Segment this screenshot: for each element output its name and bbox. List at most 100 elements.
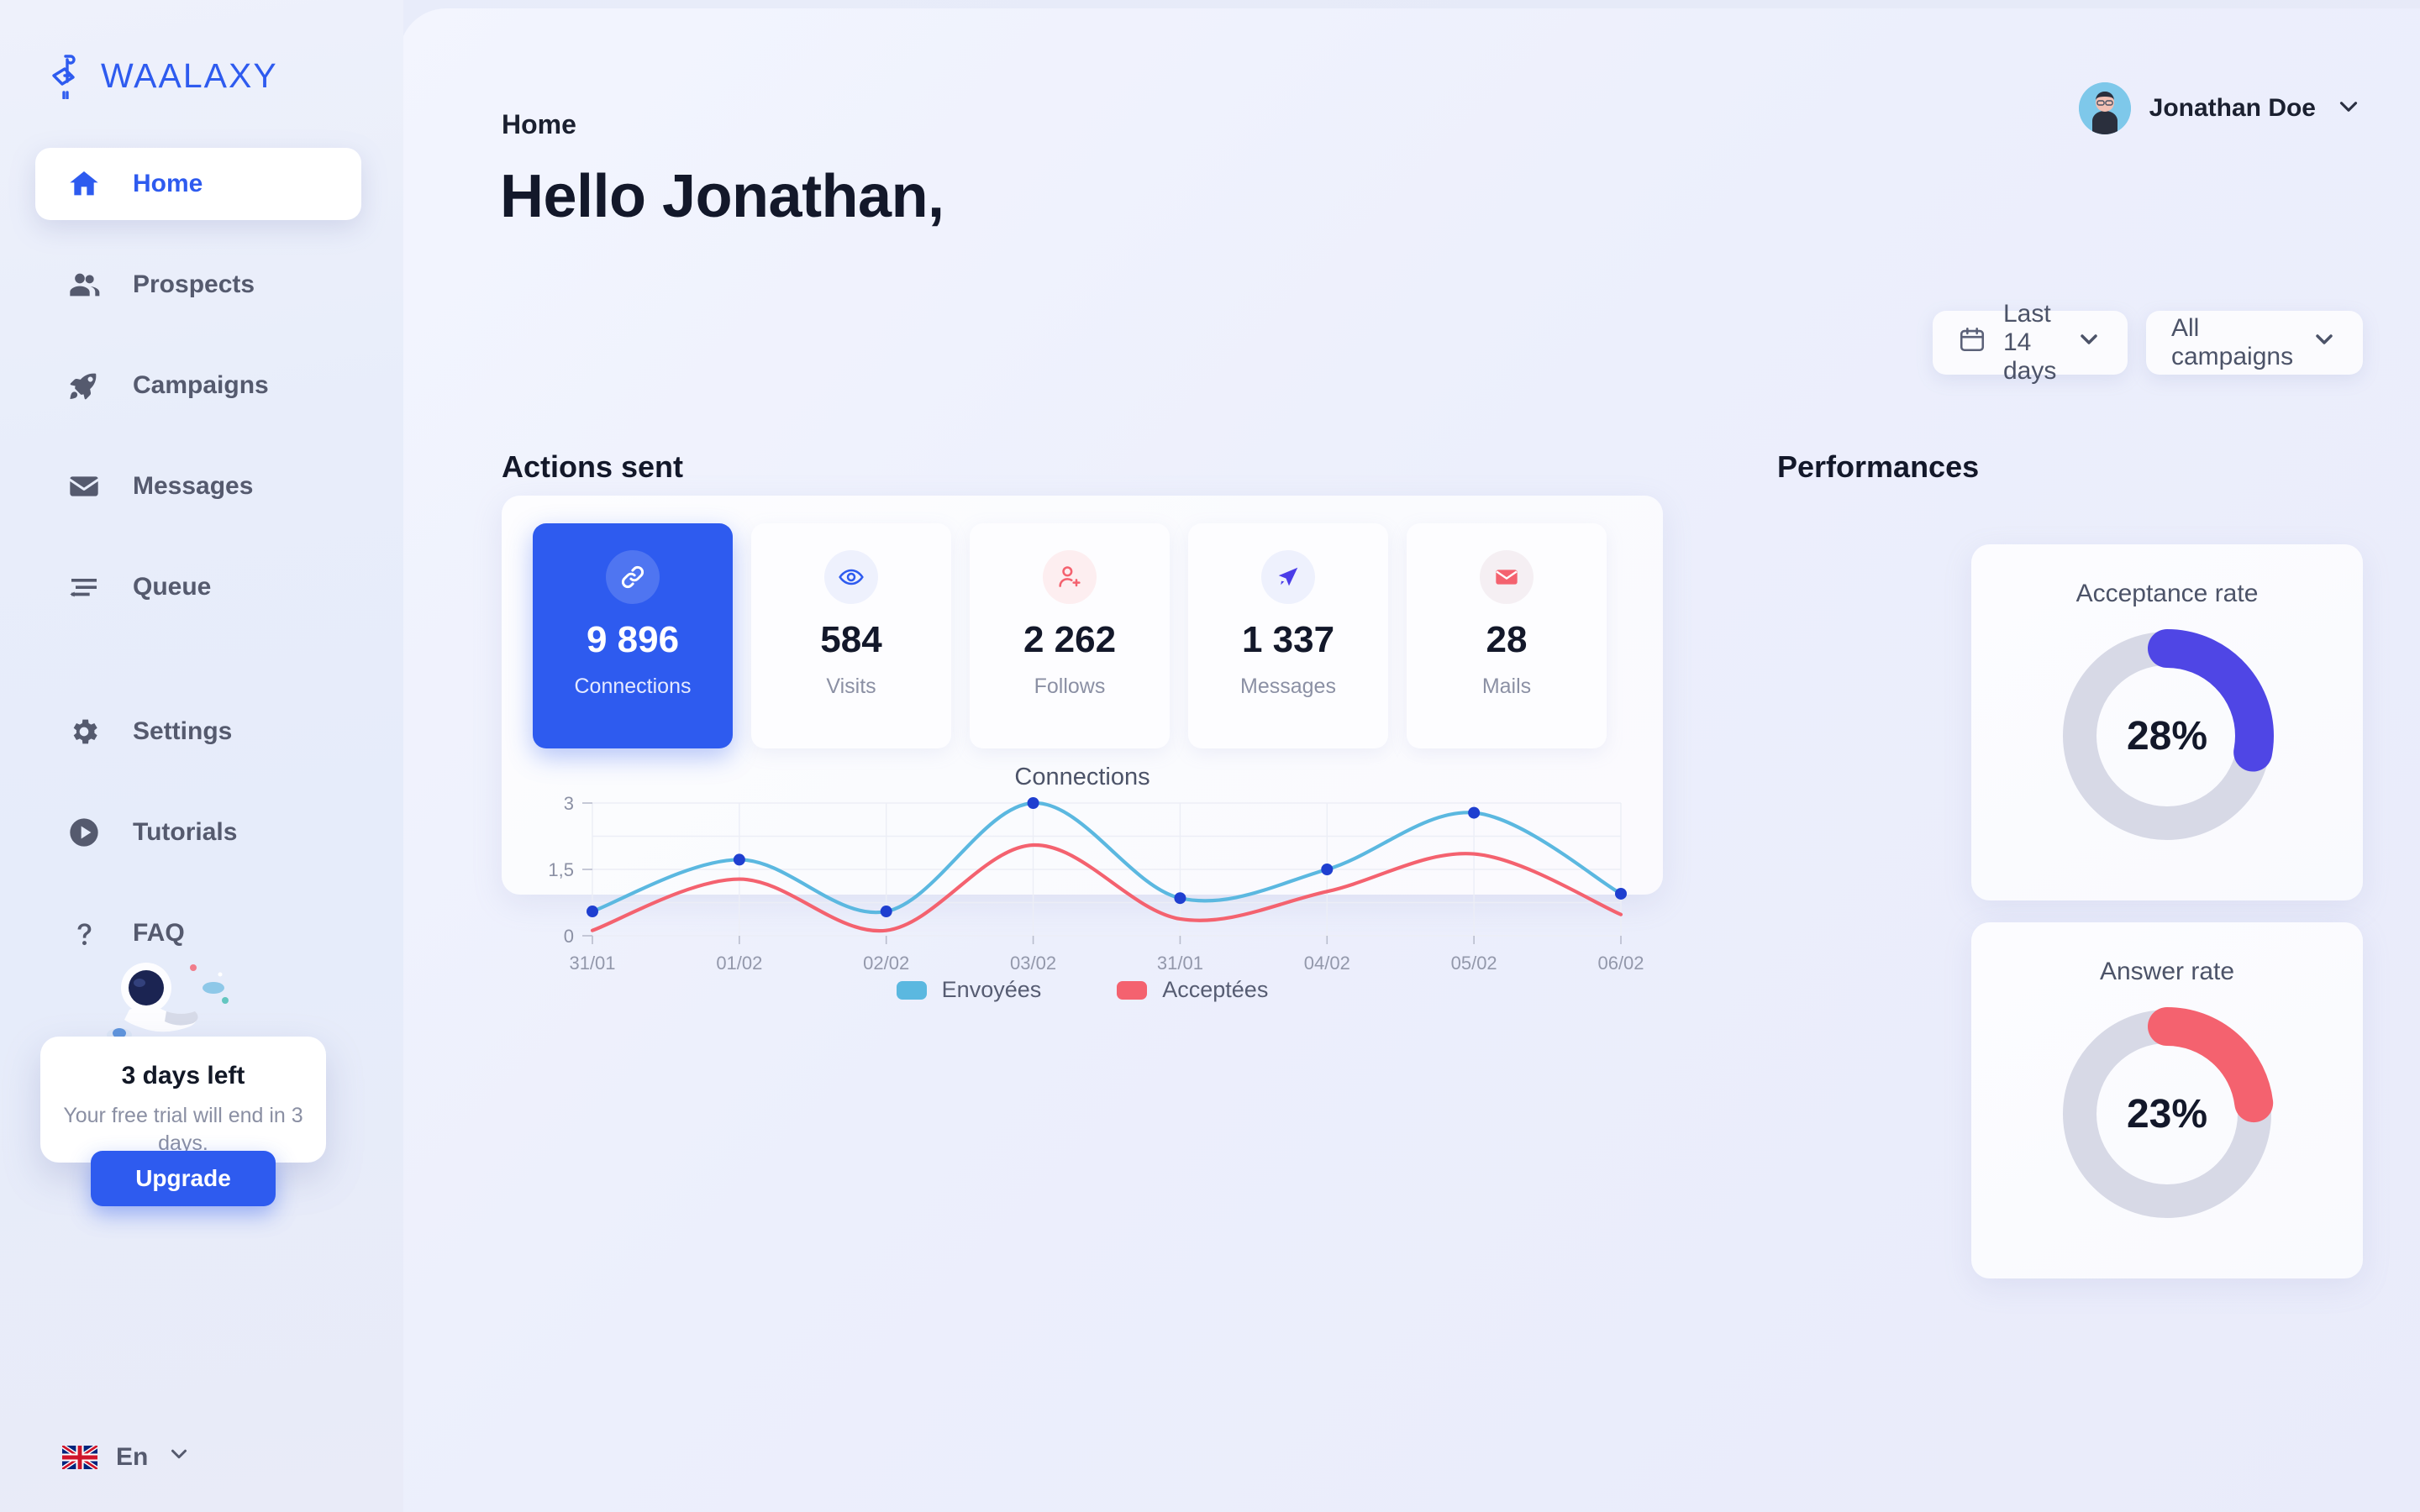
user-name: Jonathan Doe xyxy=(2149,94,2316,122)
performance-value: 23% xyxy=(2126,1091,2208,1137)
rocket-icon xyxy=(67,369,106,402)
stats-row: 9 896 Connections 584 Visits 2 262 Follo… xyxy=(502,496,1663,748)
answer-rate-donut: 23% xyxy=(2049,996,2285,1231)
connections-line-chart: 0 1,5 3 31/01 01/02 02/02 03/02 31/01 04/02 05/02… xyxy=(502,791,1663,974)
data-point xyxy=(1615,887,1627,900)
performance-value: 28% xyxy=(2126,713,2208,759)
stat-card-connections[interactable]: 9 896 Connections xyxy=(533,523,733,748)
svg-text:01/02: 01/02 xyxy=(716,953,762,972)
queue-icon xyxy=(67,570,106,604)
legend-label: Acceptées xyxy=(1162,977,1269,1002)
data-point xyxy=(1468,806,1481,819)
data-point xyxy=(880,906,892,918)
brand-logo[interactable]: WAALAXY xyxy=(0,0,403,100)
question-mark-icon xyxy=(67,916,106,950)
legend-item-envoyees[interactable]: Envoyées xyxy=(896,977,1042,1003)
home-icon xyxy=(67,167,106,201)
data-point xyxy=(733,853,745,866)
legend-swatch xyxy=(896,980,927,1000)
stat-value: 28 xyxy=(1486,619,1528,660)
stat-value: 9 896 xyxy=(586,619,680,660)
breadcrumb: Home xyxy=(502,109,576,139)
sidebar-item-label: FAQ xyxy=(133,919,185,947)
svg-text:31/01: 31/01 xyxy=(1157,953,1203,972)
acceptance-rate-donut: 28% xyxy=(2049,618,2285,853)
data-point xyxy=(1027,797,1039,809)
svg-text:0: 0 xyxy=(564,926,574,947)
upgrade-button[interactable]: Upgrade xyxy=(91,1151,276,1206)
mail-icon xyxy=(1480,550,1534,604)
svg-text:3: 3 xyxy=(564,793,574,814)
chevron-down-icon xyxy=(166,1441,192,1473)
stat-card-mails[interactable]: 28 Mails xyxy=(1407,523,1607,748)
sidebar-item-label: Tutorials xyxy=(133,818,238,846)
trial-card: 3 days left Your free trial will end in … xyxy=(40,1037,326,1163)
legend-swatch xyxy=(1117,980,1148,1000)
stat-label: Visits xyxy=(826,675,876,698)
trial-title: 3 days left xyxy=(121,1062,245,1089)
gear-icon xyxy=(67,715,106,748)
sidebar-item-label: Queue xyxy=(133,573,212,601)
data-point xyxy=(587,906,598,918)
envelope-icon xyxy=(67,470,106,503)
sidebar-item-tutorials[interactable]: Tutorials xyxy=(35,796,361,869)
performance-title: Answer rate xyxy=(2099,958,2235,985)
section-title-performances: Performances xyxy=(1777,449,1980,484)
stat-label: Connections xyxy=(574,675,692,698)
stat-label: Mails xyxy=(1481,675,1532,698)
sidebar-item-home[interactable]: Home xyxy=(35,148,361,220)
calendar-icon xyxy=(1958,325,1986,360)
sidebar-item-queue[interactable]: Queue xyxy=(35,551,361,623)
data-point xyxy=(1174,892,1186,905)
avatar xyxy=(2078,82,2131,134)
legend-item-acceptees[interactable]: Acceptées xyxy=(1117,977,1268,1003)
svg-text:03/02: 03/02 xyxy=(1010,953,1056,972)
sidebar-item-prospects[interactable]: Prospects xyxy=(35,249,361,321)
user-plus-icon xyxy=(1043,550,1097,604)
legend-label: Envoyées xyxy=(941,977,1042,1002)
svg-text:06/02: 06/02 xyxy=(1597,953,1644,972)
sidebar-item-label: Campaigns xyxy=(133,371,269,399)
section-title-actions-sent: Actions sent xyxy=(502,449,684,484)
date-range-filter[interactable]: Last 14 days xyxy=(1933,300,2128,385)
sidebar-item-label: Home xyxy=(133,170,203,197)
eye-icon xyxy=(824,550,878,604)
campaign-filter[interactable]: All campaigns xyxy=(2146,311,2363,375)
page-title: Hello Jonathan, xyxy=(500,163,944,230)
nav-divider-space xyxy=(35,652,403,696)
chevron-down-icon[interactable] xyxy=(2334,92,2363,125)
performance-title: Acceptance rate xyxy=(2075,580,2259,607)
chart-legend: Envoyées Acceptées xyxy=(502,977,1663,1003)
sidebar-item-campaigns[interactable]: Campaigns xyxy=(35,349,361,422)
stat-value: 1 337 xyxy=(1241,619,1335,660)
chart-title: Connections xyxy=(1014,764,1150,790)
series-line-acceptées xyxy=(590,843,1623,933)
send-icon xyxy=(1261,550,1315,604)
link-icon xyxy=(606,550,660,604)
sidebar-nav: Home Prospects Campaigns Messages Queue xyxy=(0,148,403,998)
actions-sent-card: 9 896 Connections 584 Visits 2 262 Follo… xyxy=(502,496,1663,1002)
flamingo-logo-icon xyxy=(49,52,87,100)
stat-card-messages[interactable]: 1 337 Messages xyxy=(1188,523,1388,748)
series-line-envoyées xyxy=(590,801,1623,915)
svg-text:05/02: 05/02 xyxy=(1451,953,1497,972)
svg-text:1,5: 1,5 xyxy=(548,859,574,880)
performance-card-acceptance-rate: Acceptance rate 28% xyxy=(1971,544,2363,900)
stat-card-follows[interactable]: 2 262 Follows xyxy=(970,523,1170,748)
stat-label: Follows xyxy=(1034,675,1106,698)
language-selector[interactable]: En xyxy=(60,1441,192,1473)
stat-value: 2 262 xyxy=(1023,619,1117,660)
sidebar: WAALAXY Home Prospects Campaigns Message… xyxy=(0,0,403,1512)
brand-name: WAALAXY xyxy=(101,55,278,95)
sidebar-item-settings[interactable]: Settings xyxy=(35,696,361,768)
user-menu[interactable]: Jonathan Doe xyxy=(2078,82,2363,134)
sidebar-item-messages[interactable]: Messages xyxy=(35,450,361,522)
performance-card-answer-rate: Answer rate 23% xyxy=(1971,922,2363,1278)
uk-flag-icon xyxy=(60,1443,99,1472)
chevron-down-icon xyxy=(2075,326,2102,360)
trial-banner: 3 days left Your free trial will end in … xyxy=(40,963,326,1206)
stat-label: Messages xyxy=(1240,675,1336,698)
stat-card-visits[interactable]: 584 Visits xyxy=(751,523,951,748)
svg-text:31/01: 31/01 xyxy=(569,953,615,972)
sidebar-item-label: Settings xyxy=(133,717,233,745)
